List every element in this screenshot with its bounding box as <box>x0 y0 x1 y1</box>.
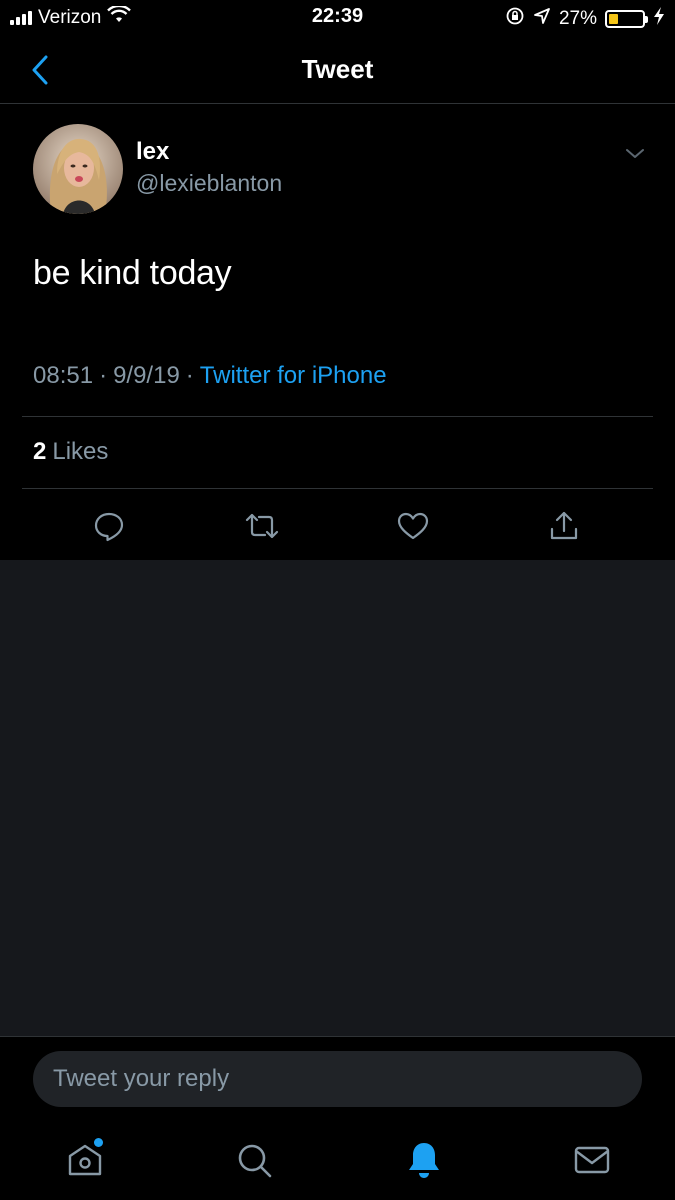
reply-bar <box>0 1036 675 1124</box>
status-bar: Verizon 22:39 27% <box>0 0 675 36</box>
messages-icon <box>574 1146 610 1174</box>
author-name[interactable]: lex <box>136 138 169 166</box>
notifications-icon <box>409 1143 439 1178</box>
likes-row[interactable]: 2 Likes <box>33 438 108 466</box>
avatar[interactable] <box>33 124 123 214</box>
author-handle[interactable]: @lexieblanton <box>136 170 282 197</box>
tweet-time: 08:51 <box>33 362 94 389</box>
tweet-meta: 08:51 · 9/9/19 · Twitter for iPhone <box>33 362 387 390</box>
orientation-lock-icon <box>505 6 525 32</box>
tweet-date: 9/9/19 <box>113 362 180 389</box>
share-icon <box>550 511 578 540</box>
battery-icon <box>605 10 648 28</box>
tab-search[interactable] <box>232 1138 276 1182</box>
reply-button[interactable] <box>87 504 131 548</box>
divider <box>22 488 653 489</box>
tab-home[interactable] <box>63 1138 107 1182</box>
tweet-detail: lex @lexieblanton be kind today 08:51 · … <box>0 104 675 560</box>
reply-input[interactable] <box>33 1051 642 1107</box>
charging-icon <box>653 7 665 31</box>
like-icon <box>397 512 429 540</box>
search-icon <box>238 1144 272 1178</box>
share-button[interactable] <box>542 504 586 548</box>
likes-count: 2 <box>33 438 47 465</box>
tab-notifications[interactable] <box>402 1138 446 1182</box>
tweet-options-button[interactable] <box>623 142 647 166</box>
retweet-button[interactable] <box>240 504 284 548</box>
tweet-text: be kind today <box>33 254 232 292</box>
likes-label: Likes <box>52 438 109 465</box>
tab-bar <box>0 1124 675 1200</box>
new-content-dot <box>94 1138 103 1147</box>
like-button[interactable] <box>391 504 435 548</box>
retweet-icon <box>245 513 279 539</box>
tweet-source-link[interactable]: Twitter for iPhone <box>200 362 387 390</box>
tab-messages[interactable] <box>570 1138 614 1182</box>
nav-bar: Tweet <box>0 36 675 104</box>
replies-area <box>0 560 675 1036</box>
meta-separator: · <box>99 362 108 389</box>
divider <box>22 416 653 417</box>
location-icon <box>533 7 551 31</box>
chevron-down-icon <box>626 149 644 158</box>
reply-icon <box>94 512 124 542</box>
battery-percent: 27% <box>558 8 597 29</box>
page-title: Tweet <box>301 54 374 84</box>
battery-fill <box>609 14 618 24</box>
status-right: 27% <box>505 6 665 32</box>
tweet-actions <box>0 504 675 548</box>
meta-separator: · <box>185 362 194 389</box>
